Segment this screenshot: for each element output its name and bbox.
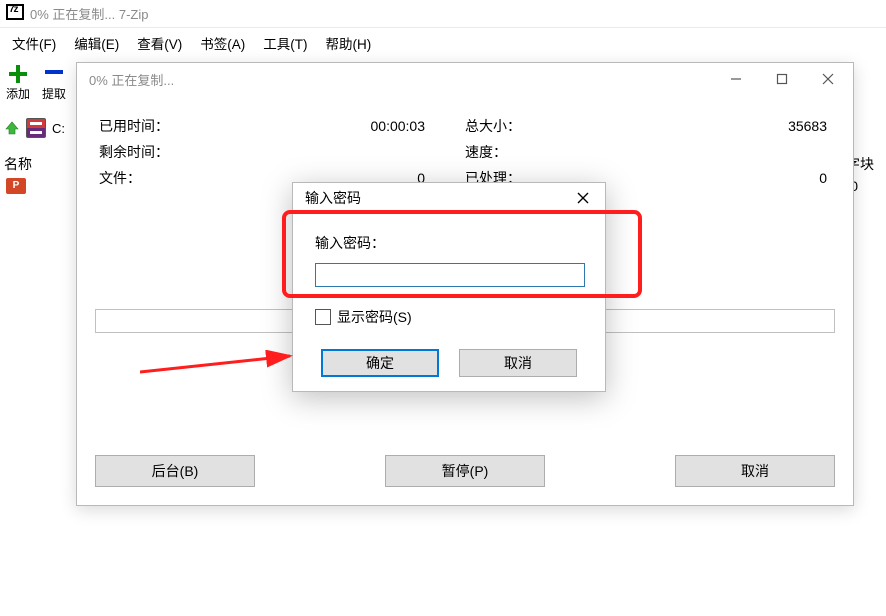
cancel-button[interactable]: 取消 — [675, 455, 835, 487]
show-password-checkbox[interactable] — [315, 309, 331, 325]
minus-icon — [45, 70, 63, 74]
password-title: 输入密码 — [305, 188, 361, 208]
ppt-file-icon[interactable]: P — [6, 178, 26, 194]
elapsed-value: 00:00:03 — [371, 118, 466, 134]
password-ok-button[interactable]: 确定 — [321, 349, 439, 377]
progress-body: 已用时间： 00:00:03 剩余时间： 文件： 0 总大小： 35683 — [77, 95, 853, 191]
progress-buttons: 后台(B) 暂停(P) 取消 — [95, 455, 835, 487]
password-cancel-button[interactable]: 取消 — [459, 349, 577, 377]
column-header-name[interactable]: 名称 — [4, 154, 32, 174]
toolbar-extract[interactable]: 提取 — [36, 63, 72, 102]
archive-icon — [26, 118, 46, 138]
menu-tools[interactable]: 工具(T) — [255, 29, 315, 57]
address-bar: C: — [4, 118, 65, 138]
total-value: 35683 — [788, 118, 831, 134]
processed-value: 0 — [819, 170, 831, 186]
maximize-button[interactable] — [759, 64, 805, 94]
app-icon — [6, 4, 24, 23]
plus-icon — [9, 65, 27, 83]
progress-titlebar: 0% 正在复制... — [77, 63, 853, 95]
menu-edit[interactable]: 编辑(E) — [66, 29, 127, 57]
toolbar-add-label: 添加 — [0, 85, 36, 102]
speed-label: 速度： — [465, 142, 827, 162]
address-path[interactable]: C: — [52, 121, 65, 136]
progress-title: 0% 正在复制... — [89, 70, 174, 89]
pause-button[interactable]: 暂停(P) — [385, 455, 545, 487]
background-button[interactable]: 后台(B) — [95, 455, 255, 487]
close-button[interactable] — [805, 64, 851, 94]
menu-help[interactable]: 帮助(H) — [318, 29, 380, 57]
remaining-label: 剩余时间： — [99, 142, 425, 162]
show-password-label[interactable]: 显示密码(S) — [337, 307, 412, 327]
password-input[interactable] — [315, 263, 585, 287]
password-close-button[interactable] — [567, 184, 599, 212]
main-window-title: 0% 正在复制... 7-Zip — [30, 4, 148, 23]
password-titlebar: 输入密码 — [293, 183, 605, 213]
password-dialog: 输入密码 输入密码： 显示密码(S) 确定 取消 — [292, 182, 606, 392]
elapsed-label: 已用时间： — [99, 116, 371, 136]
up-folder-icon[interactable] — [4, 121, 20, 135]
total-label: 总大小： — [465, 116, 788, 136]
menu-bookmarks[interactable]: 书签(A) — [192, 29, 253, 57]
toolbar-add[interactable]: 添加 — [0, 63, 36, 102]
menu-file[interactable]: 文件(F) — [4, 29, 64, 57]
menu-view[interactable]: 查看(V) — [129, 29, 190, 57]
main-window-titlebar: 0% 正在复制... 7-Zip — [0, 0, 886, 28]
password-label: 输入密码： — [315, 233, 583, 253]
menubar: 文件(F) 编辑(E) 查看(V) 书签(A) 工具(T) 帮助(H) — [0, 28, 886, 58]
minimize-button[interactable] — [713, 64, 759, 94]
toolbar-extract-label: 提取 — [36, 85, 72, 102]
